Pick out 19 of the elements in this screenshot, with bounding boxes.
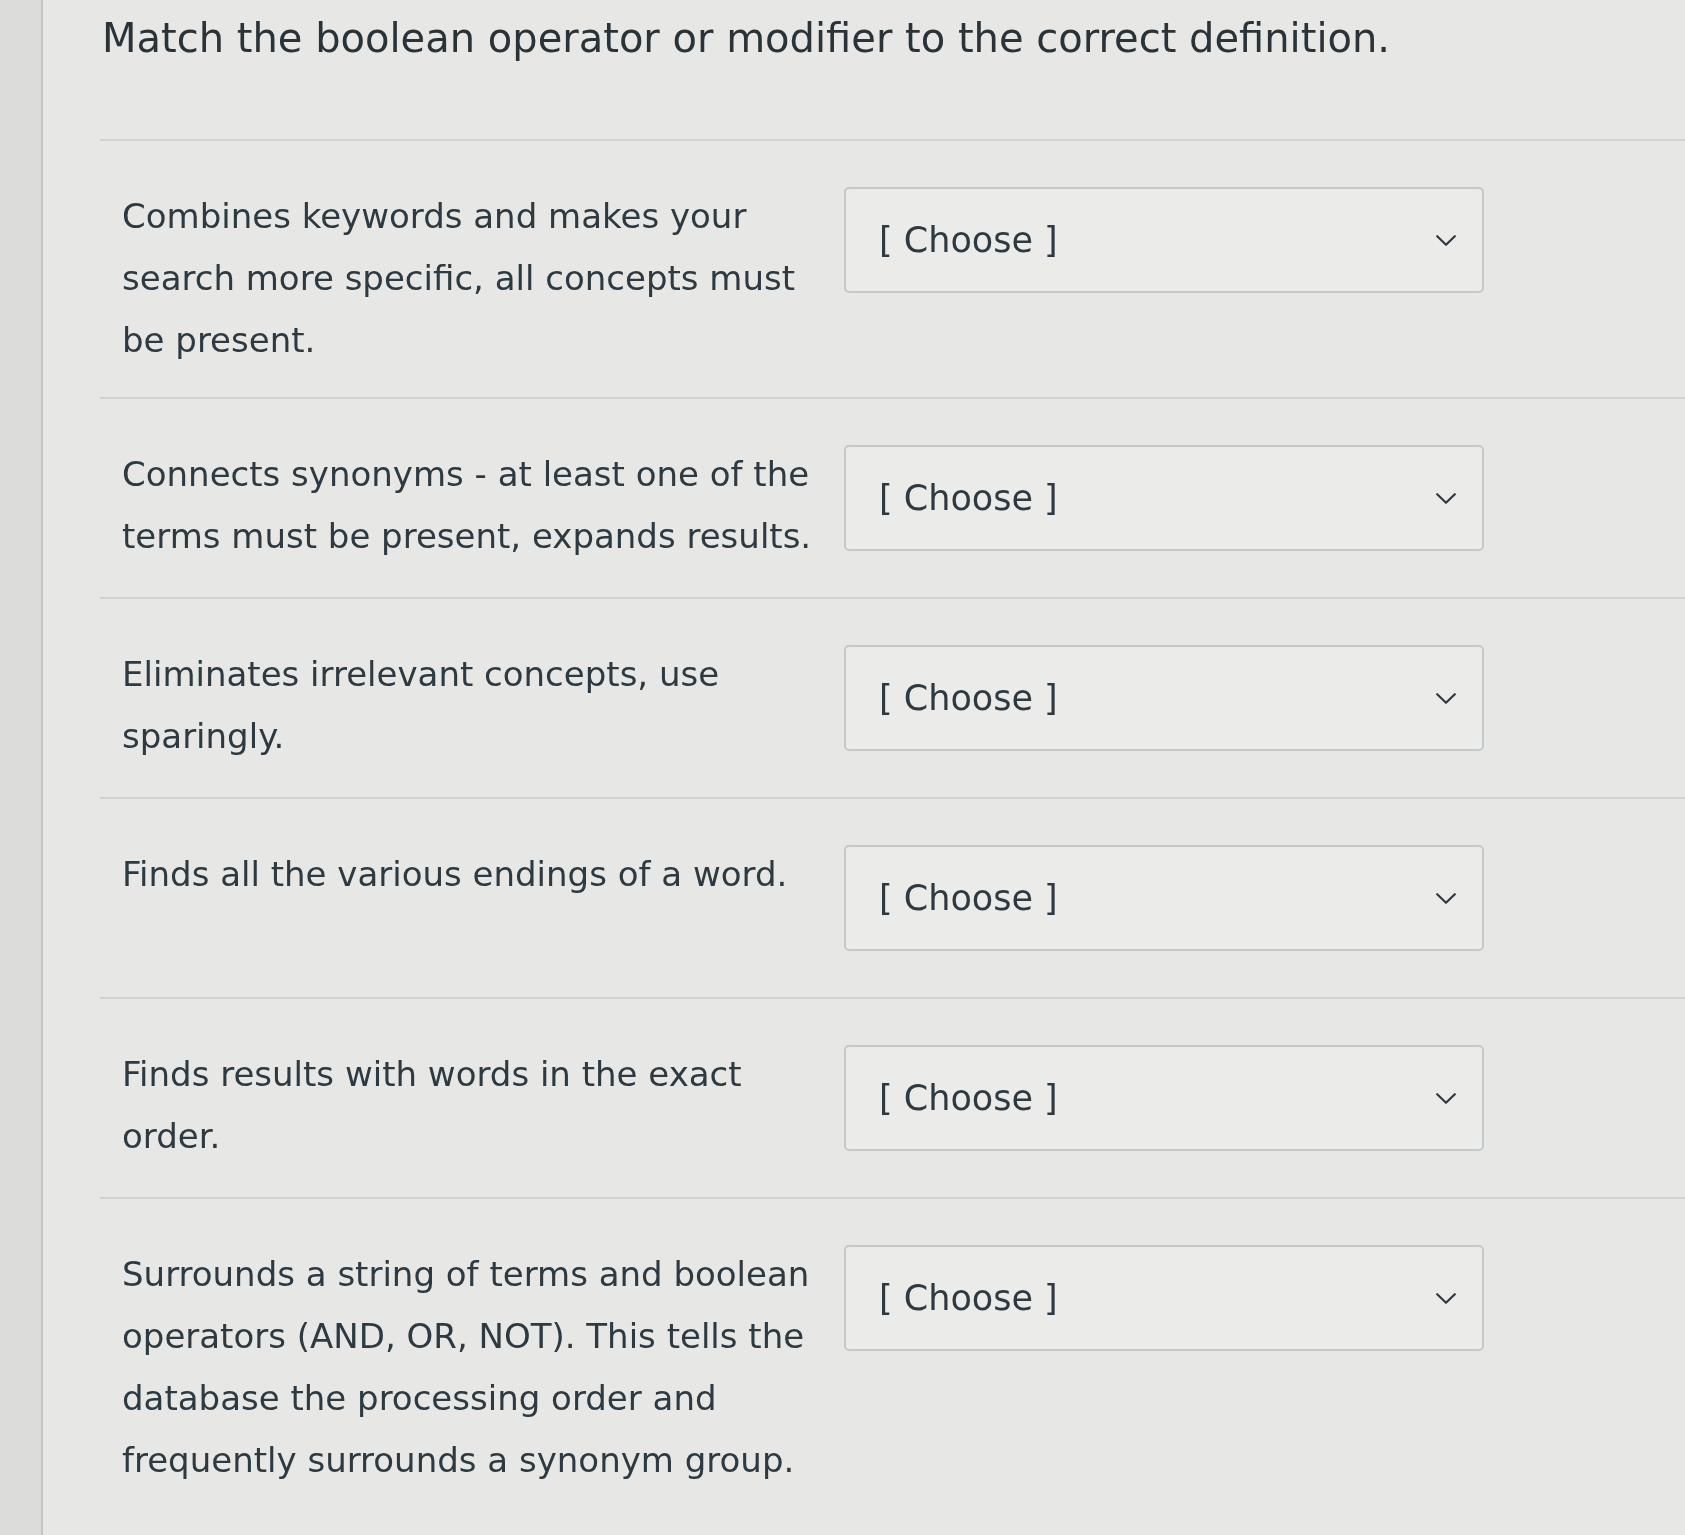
answer-dropdown[interactable]: [ Choose ] (844, 845, 1484, 951)
answer-dropdown[interactable]: [ Choose ] (844, 1245, 1484, 1351)
definition-text: Connects synonyms - at least one of the terms must be present, expands results. (122, 453, 813, 558)
definition-text: Combines keywords and makes your search more specific, all concepts must be present. (122, 195, 797, 362)
answer-dropdown[interactable]: [ Choose ] (844, 187, 1484, 293)
definition-text: Surrounds a string of terms and boolean operators (AND, OR, NOT). This tells the database the processing order and frequently surrounds a synonym group. (122, 1253, 811, 1482)
definition-text: Finds all the various endings of a word. (122, 853, 789, 896)
answer-dropdown[interactable]: [ Choose ] (844, 1045, 1484, 1151)
chevron-down-icon (1436, 692, 1456, 704)
question-prompt: Match the boolean operator or modifier to the correct definition. (102, 14, 1392, 63)
definition-text: Eliminates irrelevant concepts, use sparingly. (122, 653, 721, 758)
answer-dropdown[interactable]: [ Choose ] (844, 645, 1484, 751)
chevron-down-icon (1436, 892, 1456, 904)
answer-dropdown[interactable]: [ Choose ] (844, 445, 1484, 551)
chevron-down-icon (1436, 1292, 1456, 1304)
chevron-down-icon (1436, 1092, 1456, 1104)
chevron-down-icon (1436, 234, 1456, 246)
definition-text: Finds results with words in the exact order. (122, 1053, 743, 1158)
chevron-down-icon (1436, 492, 1456, 504)
